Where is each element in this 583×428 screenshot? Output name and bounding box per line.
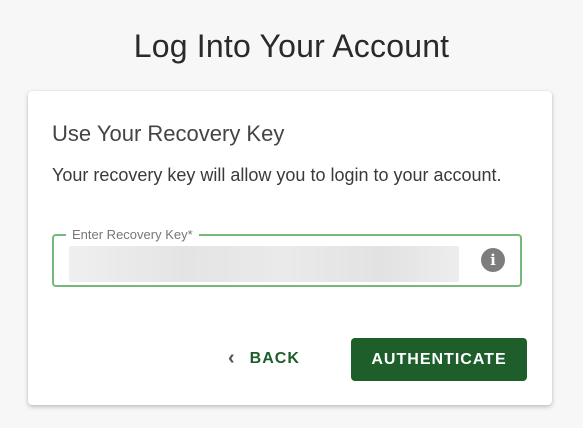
recovery-key-input[interactable]	[69, 246, 459, 282]
authenticate-button[interactable]: AUTHENTICATE	[351, 338, 527, 381]
info-icon[interactable]: i	[481, 248, 505, 272]
chevron-left-icon: ‹	[228, 346, 236, 369]
recovery-key-label: Enter Recovery Key*	[66, 227, 199, 243]
recovery-key-field[interactable]: Enter Recovery Key* i	[52, 227, 522, 287]
back-button-label: BACK	[249, 350, 300, 367]
authenticate-button-label: AUTHENTICATE	[371, 350, 507, 368]
card-description: Your recovery key will allow you to logi…	[52, 165, 502, 185]
card-title: Use Your Recovery Key	[52, 121, 285, 146]
page-title: Log Into Your Account	[133, 28, 450, 64]
recovery-card: Use Your Recovery Key Your recovery key …	[28, 91, 552, 405]
back-button[interactable]: ‹ BACK	[228, 339, 300, 379]
